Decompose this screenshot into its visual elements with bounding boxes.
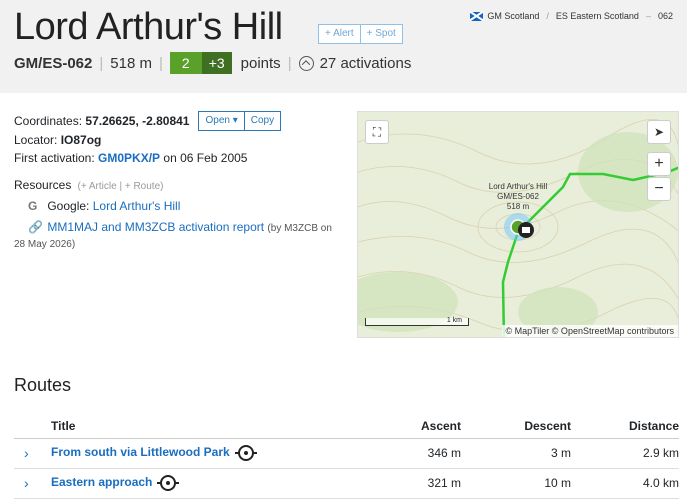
report-resource: 🔗 MM1MAJ and MM3ZCB activation report (b… <box>28 220 332 234</box>
bonus-value: +3 <box>201 52 232 74</box>
map-label-ref: GM/ES-062 <box>497 192 539 201</box>
locator-value: IO87og <box>60 133 102 147</box>
report-link[interactable]: MM1MAJ and MM3ZCB activation report <box>47 220 264 234</box>
points-label: points <box>240 54 281 72</box>
zoom-in-button[interactable]: + <box>647 152 671 176</box>
coordinates-row: Coordinates: 57.26625, -2.80841 Open ▾ C… <box>14 111 282 131</box>
descent-column[interactable]: Descent <box>461 414 571 439</box>
coordinates-label: Coordinates: <box>14 114 83 128</box>
route-distance: 4.0 km <box>571 468 679 499</box>
crosshair-icon[interactable] <box>234 445 257 461</box>
add-article-link[interactable]: + Article <box>81 181 117 192</box>
route-distance: 2.9 km <box>571 438 679 469</box>
breadcrumb: GM Scotland / ES Eastern Scotland – 062 <box>470 11 673 21</box>
crosshair-icon[interactable] <box>157 475 180 491</box>
map-scale: 1 km <box>365 317 469 326</box>
breadcrumb-number: 062 <box>657 11 673 21</box>
points-badge: 2 +3 <box>169 52 232 74</box>
route-title-link[interactable]: Eastern approach <box>51 475 152 489</box>
map-canvas[interactable]: Lord Arthur's Hill GM/ES-062 518 m <box>358 112 679 338</box>
google-label: Google: <box>47 199 90 213</box>
coordinate-actions: Open ▾ Copy <box>198 111 282 131</box>
activations-icon <box>298 55 314 71</box>
table-row[interactable]: › Eastern approach 321 m 10 m 4.0 km <box>14 468 679 499</box>
first-activation-label: First activation: <box>14 151 95 165</box>
header-actions: + Alert + Spot <box>318 24 403 44</box>
map-label-alt: 518 m <box>507 202 530 211</box>
resources-heading: Resources (+ Article | + Route) <box>14 178 164 192</box>
points-value: 2 <box>169 52 202 74</box>
google-resource: G Google: Lord Arthur's Hill <box>28 199 180 213</box>
summit-reference: GM/ES-062 <box>14 54 93 72</box>
table-row[interactable]: › From south via Littlewood Park 346 m 3… <box>14 438 679 469</box>
google-icon: G <box>28 199 38 213</box>
route-title-link[interactable]: From south via Littlewood Park <box>51 445 230 459</box>
route-ascent: 346 m <box>381 438 461 469</box>
summit-header: Lord Arthur's Hill + Alert + Spot GM Sco… <box>0 0 687 93</box>
divider: | <box>99 54 104 72</box>
fullscreen-icon[interactable]: ⛶ <box>365 120 389 144</box>
summit-map[interactable]: Lord Arthur's Hill GM/ES-062 518 m ⛶ ➤ +… <box>357 111 679 338</box>
ascent-column[interactable]: Ascent <box>381 414 461 439</box>
map-label-name: Lord Arthur's Hill <box>489 182 548 191</box>
link-icon: 🔗 <box>28 220 43 234</box>
route-descent: 3 m <box>461 438 571 469</box>
summit-info: Coordinates: 57.26625, -2.80841 Open ▾ C… <box>14 111 282 167</box>
google-link[interactable]: Lord Arthur's Hill <box>93 199 181 213</box>
resources-label: Resources <box>14 178 72 192</box>
report-author: (by M3ZCB on <box>267 223 332 234</box>
add-route-link[interactable]: + Route <box>125 181 160 192</box>
summit-altitude: 518 m <box>110 54 152 72</box>
route-descent: 10 m <box>461 468 571 499</box>
expand-chevron-icon[interactable]: › <box>14 438 51 469</box>
add-spot-button[interactable]: + Spot <box>360 24 403 44</box>
divider: | <box>158 54 163 72</box>
summit-stats: GM/ES-062 | 518 m | 2 +3 points | 27 act… <box>14 52 411 74</box>
open-coordinates-button[interactable]: Open ▾ <box>198 111 245 131</box>
routes-table: Title Ascent Descent Distance › From sou… <box>14 414 679 499</box>
locate-icon[interactable]: ➤ <box>647 120 671 144</box>
route-ascent: 321 m <box>381 468 461 499</box>
expand-chevron-icon[interactable]: › <box>14 468 51 499</box>
breadcrumb-association[interactable]: GM Scotland <box>487 11 539 21</box>
divider: | <box>287 54 292 72</box>
map-attribution[interactable]: © MapTiler © OpenStreetMap contributors <box>501 325 678 337</box>
activations-link[interactable]: 27 activations <box>320 55 412 72</box>
routes-heading: Routes <box>14 375 72 395</box>
locator-label: Locator: <box>14 133 58 147</box>
breadcrumb-dash: – <box>645 11 651 21</box>
coordinates-value: 57.26625, -2.80841 <box>85 114 190 128</box>
first-activation-row: First activation: GM0PKX/P on 06 Feb 200… <box>14 149 281 167</box>
breadcrumb-region[interactable]: ES Eastern Scotland <box>556 11 639 21</box>
zoom-out-button[interactable]: − <box>647 177 671 201</box>
title-column[interactable]: Title <box>51 414 381 439</box>
add-alert-button[interactable]: + Alert <box>318 24 361 44</box>
first-activation-date: on 06 Feb 2005 <box>163 151 248 165</box>
report-date: 28 May 2026) <box>14 239 76 250</box>
routes-header-row: Title Ascent Descent Distance <box>14 414 679 439</box>
copy-coordinates-button[interactable]: Copy <box>244 111 282 131</box>
page-title: Lord Arthur's Hill <box>14 6 283 48</box>
locator-row: Locator: IO87og <box>14 131 281 149</box>
expand-column <box>14 414 51 439</box>
scotland-flag-icon <box>470 11 484 21</box>
breadcrumb-separator: / <box>546 11 549 21</box>
first-activator-link[interactable]: GM0PKX/P <box>98 149 160 167</box>
distance-column[interactable]: Distance <box>571 414 679 439</box>
